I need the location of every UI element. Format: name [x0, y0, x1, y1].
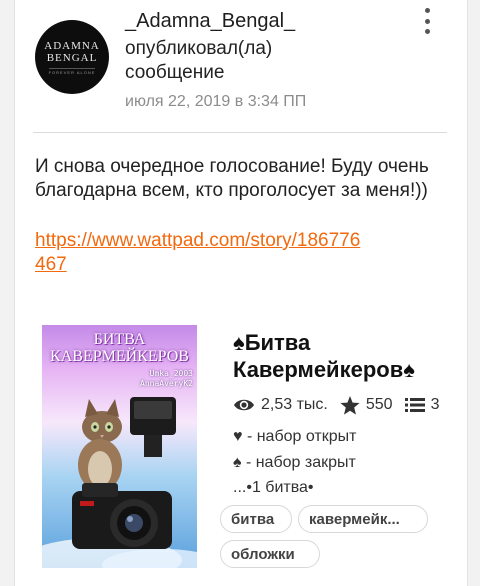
post-message: И снова очередное голосование! Буду очен… [35, 156, 429, 201]
author-name[interactable]: _Adamna_Bengal_ [125, 10, 295, 33]
story-description-line: ♥ - набор открыт [233, 428, 357, 445]
story-description-line: ...•1 битва• [233, 479, 314, 496]
tag-chip[interactable]: обложки [220, 540, 320, 568]
divider [33, 132, 447, 133]
tag-chip[interactable]: кавермейк... [298, 505, 428, 533]
star-icon [340, 395, 360, 415]
avatar-text-line3: FOREVER ALONE [48, 67, 96, 75]
story-stats: 2,53 тыс. 550 3 [233, 393, 461, 417]
avatar[interactable]: ADAMNA BENGAL FOREVER ALONE [35, 20, 109, 94]
more-vertical-icon[interactable] [415, 8, 439, 34]
avatar-text-line2: BENGAL [46, 51, 98, 64]
story-link[interactable]: https://www.wattpad.com/story/186776467 [35, 229, 365, 277]
story-description-line: ♠ - набор закрыт [233, 454, 356, 471]
cover-title: БИТВА КАВЕРМЕЙКЕРОВ [50, 331, 189, 365]
post-timestamp: июля 22, 2019 в 3:34 ПП [125, 93, 307, 110]
story-title[interactable]: ♠Битва Кавермейкеров♠ [233, 329, 463, 383]
avatar-text-line1: ADAMNA [44, 39, 100, 52]
post-card: ADAMNA BENGAL FOREVER ALONE _Adamna_Beng… [14, 0, 468, 586]
cover-illustration [42, 397, 197, 568]
post-action: опубликовал(ла) сообщение [125, 38, 273, 83]
votes-count: 550 [365, 396, 393, 413]
reads-count: 2,53 тыс. [261, 396, 328, 413]
list-icon [404, 397, 425, 413]
story-cover-image[interactable]: БИТВА КАВЕРМЕЙКЕРОВ Umka_2003 AnnaAveryK… [42, 325, 197, 568]
tag-chip[interactable]: битва [220, 505, 292, 533]
parts-count: 3 [430, 396, 440, 413]
eye-icon [233, 397, 255, 413]
